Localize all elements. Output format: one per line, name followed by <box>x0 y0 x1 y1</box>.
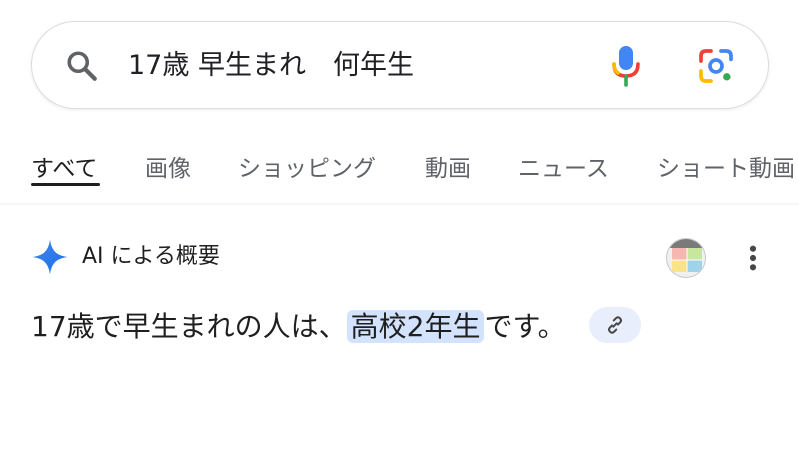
tab-videos[interactable]: 動画 <box>425 150 471 188</box>
answer-prefix: 17歳で早生まれの人は、 <box>31 310 347 343</box>
tab-shopping[interactable]: ショッピング <box>238 150 376 188</box>
search-bar[interactable]: 17歳 早生まれ 何年生 <box>31 21 769 109</box>
search-icon[interactable] <box>64 48 100 84</box>
gemini-sparkle-icon <box>32 239 68 275</box>
ai-overview-answer: 17歳で早生まれの人は、 高校2年生 です。 <box>31 305 641 349</box>
tab-news[interactable]: ニュース <box>518 150 609 188</box>
search-tabs: すべて 画像 ショッピング 動画 ニュース ショート動画 <box>0 150 799 194</box>
link-icon <box>607 316 622 334</box>
source-link-button[interactable] <box>588 307 641 343</box>
divider <box>0 203 799 206</box>
tab-images[interactable]: 画像 <box>145 150 191 188</box>
source-avatar[interactable] <box>666 238 706 278</box>
tab-short-videos[interactable]: ショート動画 <box>657 150 795 188</box>
google-lens-icon[interactable] <box>696 46 736 86</box>
more-vert-icon[interactable] <box>742 242 764 274</box>
answer-highlight: 高校2年生 <box>346 310 485 343</box>
active-tab-indicator <box>31 183 100 186</box>
microphone-icon[interactable] <box>610 44 642 88</box>
ai-overview-title: AI による概要 <box>82 244 220 269</box>
answer-suffix: です。 <box>484 310 566 343</box>
search-input[interactable]: 17歳 早生まれ 何年生 <box>128 46 414 86</box>
